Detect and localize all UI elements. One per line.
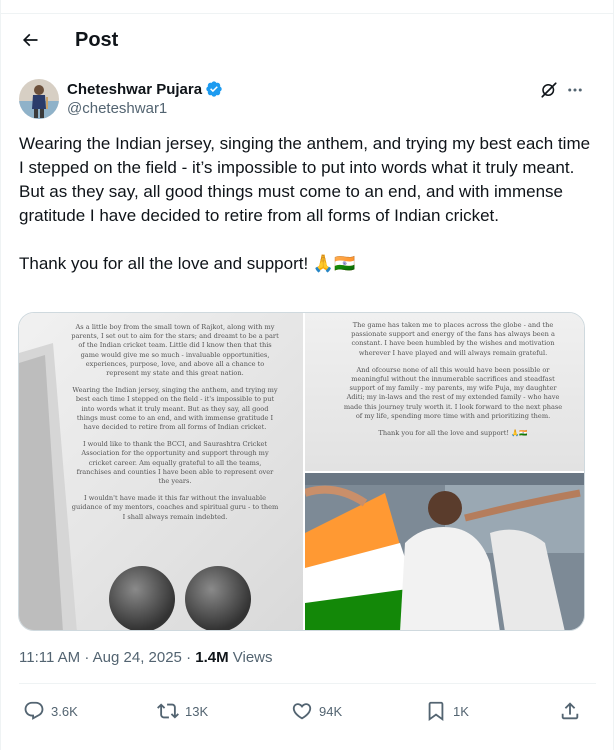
letter-right-text: The game has taken me to places across t… bbox=[341, 321, 565, 446]
letter-paragraph: And ofcourse none of all this would have… bbox=[343, 365, 563, 420]
media-image-farewell-photo[interactable] bbox=[305, 473, 584, 630]
grok-icon bbox=[541, 82, 557, 98]
back-button[interactable] bbox=[12, 22, 48, 58]
avatar[interactable] bbox=[19, 79, 59, 119]
author-handle[interactable]: @cheteshwar1 bbox=[67, 100, 167, 117]
like-count: 94K bbox=[319, 703, 343, 719]
tweet-text: Wearing the Indian jersey, singing the a… bbox=[19, 134, 591, 273]
share-button[interactable] bbox=[559, 700, 581, 722]
verified-badge-icon bbox=[205, 80, 223, 98]
bookmark-icon bbox=[428, 701, 444, 722]
post-header: Post bbox=[0, 14, 614, 67]
repost-button[interactable]: 13K bbox=[157, 700, 208, 722]
reply-count: 3.6K bbox=[51, 703, 78, 719]
action-bar: 3.6K 13K 94K 1K bbox=[19, 700, 589, 724]
repost-icon bbox=[157, 703, 179, 719]
more-icon bbox=[568, 88, 582, 92]
meta-divider bbox=[19, 683, 596, 684]
share-icon bbox=[561, 702, 579, 720]
post-meta: 11:11 AM · Aug 24, 2025 · 1.4M Views bbox=[19, 649, 273, 666]
reply-icon bbox=[24, 701, 44, 720]
cricket-ball-left bbox=[109, 566, 175, 630]
bookmark-button[interactable]: 1K bbox=[425, 700, 469, 722]
letter-paragraph: Wearing the Indian jersey, singing the a… bbox=[72, 386, 278, 432]
grok-button[interactable] bbox=[537, 78, 561, 102]
reply-button[interactable]: 3.6K bbox=[23, 700, 78, 722]
media-grid: As a little boy from the small town of R… bbox=[18, 312, 585, 631]
letter-paragraph: Thank you for all the love and support! … bbox=[378, 429, 528, 438]
letter-left-text: As a little boy from the small town of R… bbox=[71, 323, 279, 530]
letter-paragraph: The game has taken me to places across t… bbox=[351, 321, 555, 357]
repost-count: 13K bbox=[185, 703, 209, 719]
cricket-ball-right bbox=[185, 566, 251, 630]
bookmark-count: 1K bbox=[453, 703, 469, 719]
back-arrow-icon bbox=[22, 33, 38, 47]
views-count: 1.4M bbox=[195, 649, 229, 666]
farewell-photo bbox=[305, 473, 584, 630]
media-image-letter-left[interactable]: As a little boy from the small town of R… bbox=[19, 313, 303, 630]
media-image-letter-right[interactable]: The game has taken me to places across t… bbox=[305, 313, 584, 471]
author-name-row[interactable]: Cheteshwar Pujara bbox=[67, 80, 223, 98]
letter-paragraph: I would like to thank the BCCI, and Saur… bbox=[76, 440, 274, 486]
more-button[interactable] bbox=[563, 78, 587, 102]
post-timestamp[interactable]: 11:11 AM · Aug 24, 2025 · bbox=[19, 649, 195, 666]
letter-paragraph: I wouldn't have made it this far without… bbox=[71, 494, 279, 521]
author-name[interactable]: Cheteshwar Pujara bbox=[67, 81, 202, 98]
page-title: Post bbox=[75, 29, 119, 51]
views-label: Views bbox=[228, 649, 273, 666]
letter-paragraph: As a little boy from the small town of R… bbox=[71, 323, 279, 378]
like-button[interactable]: 94K bbox=[291, 700, 342, 722]
like-icon bbox=[292, 703, 312, 720]
